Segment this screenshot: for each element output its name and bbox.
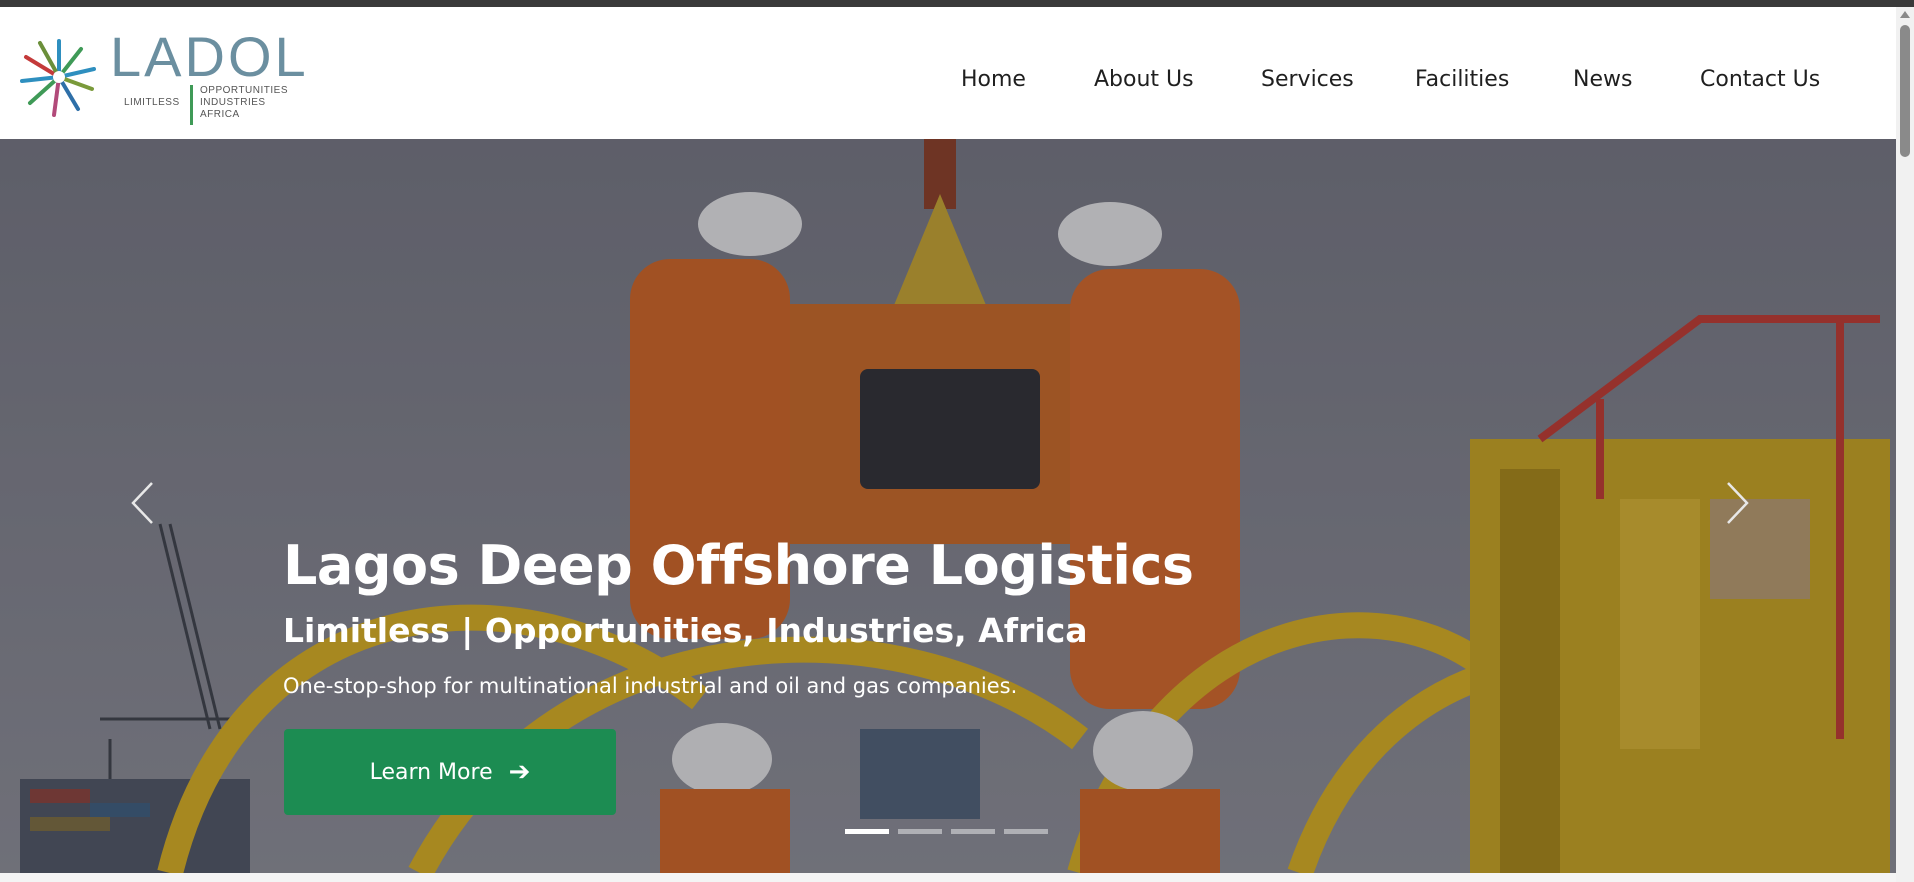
page-bottom-edge [0,873,1896,882]
carousel-indicator-1[interactable] [845,829,889,834]
carousel-prev-button[interactable] [128,480,158,526]
carousel-indicator-3[interactable] [951,829,995,834]
nav-about-us[interactable]: About Us [1094,67,1194,92]
nav-contact-us[interactable]: Contact Us [1700,67,1820,92]
logo-tagline-africa: AFRICA [200,109,240,120]
scrollbar-thumb[interactable] [1900,25,1910,157]
hero-subtitle: Limitless | Opportunities, Industries, A… [283,611,1088,650]
logo-tagline-industries: INDUSTRIES [200,97,266,108]
site-header: LADOL LIMITLESS OPPORTUNITIES INDUSTRIES… [0,7,1896,139]
nav-services[interactable]: Services [1261,67,1354,92]
learn-more-label: Learn More [369,759,493,785]
learn-more-button[interactable]: Learn More ➔ [284,729,616,815]
hero-description: One-stop-shop for multinational industri… [283,674,1018,698]
browser-top-edge [0,0,1914,7]
hero-title: Lagos Deep Offshore Logistics [283,534,1194,597]
nav-home[interactable]: Home [961,67,1026,92]
carousel-indicators [845,829,1048,834]
scroll-up-arrow-icon[interactable] [1900,11,1910,18]
arrow-right-icon: ➔ [508,757,531,787]
carousel-next-button[interactable] [1722,480,1752,526]
nav-news[interactable]: News [1573,67,1632,92]
nav-facilities[interactable]: Facilities [1415,67,1509,92]
carousel-indicator-4[interactable] [1004,829,1048,834]
chevron-left-icon [131,482,153,524]
hero-carousel: Lagos Deep Offshore Logistics Limitless … [0,139,1896,873]
carousel-indicator-2[interactable] [898,829,942,834]
chevron-right-icon [1727,482,1749,524]
page-scrollbar[interactable] [1896,7,1914,882]
logo-tagline-left: LIMITLESS [124,97,180,108]
main-nav: Home About Us Services Facilities News C… [0,67,1896,97]
